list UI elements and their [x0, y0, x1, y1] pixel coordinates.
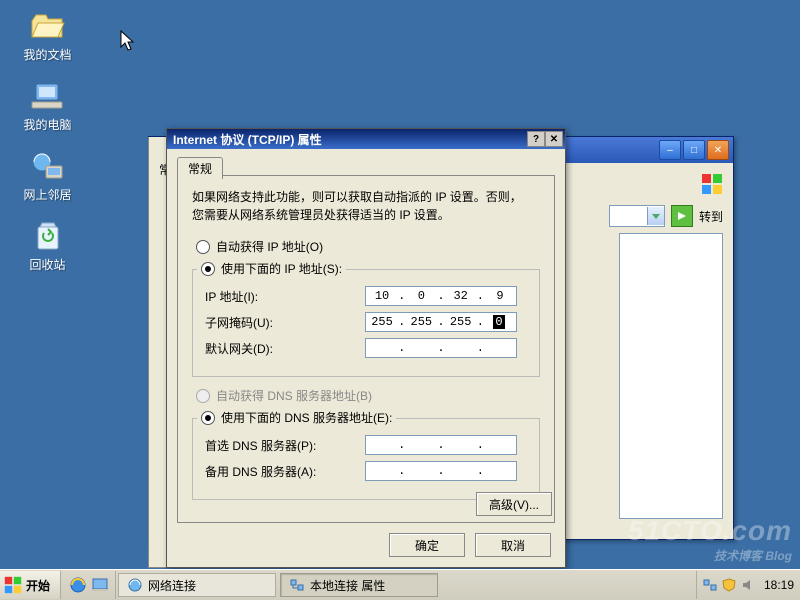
input-default-gateway[interactable]: . . . [365, 338, 517, 358]
desktop: 我的文档 我的电脑 网上邻居 回收站 – □ ✕ [0, 0, 800, 600]
desktop-icon-my-documents[interactable]: 我的文档 [10, 8, 85, 63]
lan-properties-icon [289, 577, 305, 593]
radio-use-dns[interactable] [201, 411, 215, 425]
network-connections-icon [127, 577, 143, 593]
explorer-content-panel [619, 233, 723, 519]
windows-flag-icon [4, 576, 22, 594]
help-button[interactable]: ? [527, 131, 545, 147]
radio-auto-ip[interactable]: 自动获得 IP 地址(O) [196, 238, 540, 255]
ie-icon[interactable] [69, 576, 87, 594]
go-label: 转到 [699, 208, 723, 225]
taskbar-item-network-connections[interactable]: 网络连接 [118, 573, 276, 597]
radio-icon [196, 389, 210, 403]
maximize-button[interactable]: □ [683, 140, 705, 160]
minimize-button[interactable]: – [659, 140, 681, 160]
computer-icon [30, 78, 66, 114]
input-subnet-mask[interactable]: 255. 255. 255. 0 [365, 312, 517, 332]
desktop-icon-label: 网上邻居 [10, 186, 85, 203]
start-label: 开始 [26, 577, 50, 594]
dialog-tcpip-properties: Internet 协议 (TCP/IP) 属性 ? ✕ 常规 如果网络支持此功能… [166, 128, 566, 568]
tray-volume-icon[interactable] [741, 578, 755, 592]
label-default-gateway: 默认网关(D): [205, 340, 365, 357]
label-alternate-dns: 备用 DNS 服务器(A): [205, 463, 365, 480]
label-preferred-dns: 首选 DNS 服务器(P): [205, 437, 365, 454]
address-combo[interactable] [609, 205, 665, 227]
system-tray: 18:19 [696, 571, 800, 599]
fieldset-dns: 使用下面的 DNS 服务器地址(E): 首选 DNS 服务器(P): . . .… [192, 418, 540, 500]
close-button[interactable]: ✕ [545, 131, 563, 147]
folder-open-icon [30, 8, 66, 44]
taskbar: 开始 网络连接 本地连接 属性 18:19 [0, 569, 800, 600]
radio-label: 自动获得 DNS 服务器地址(B) [216, 387, 372, 404]
go-button[interactable] [671, 205, 693, 227]
radio-label: 使用下面的 IP 地址(S): [221, 260, 342, 277]
quicklaunch [63, 571, 116, 599]
input-preferred-dns[interactable]: . . . [365, 435, 517, 455]
tab-general[interactable]: 常规 [177, 157, 223, 179]
radio-icon [196, 240, 210, 254]
radio-label: 使用下面的 DNS 服务器地址(E): [221, 409, 392, 426]
radio-auto-dns: 自动获得 DNS 服务器地址(B) [196, 387, 540, 404]
windows-flag-icon [701, 173, 723, 195]
radio-use-ip[interactable] [201, 262, 215, 276]
desktop-icon-recycle-bin[interactable]: 回收站 [10, 218, 85, 273]
tab-panel-general: 如果网络支持此功能，则可以获取自动指派的 IP 设置。否则， 您需要从网络系统管… [177, 175, 555, 523]
desktop-icon-label: 回收站 [10, 256, 85, 273]
label-ip-address: IP 地址(I): [205, 288, 365, 305]
desktop-icon-network-places[interactable]: 网上邻居 [10, 148, 85, 203]
recycle-bin-icon [30, 218, 66, 254]
advanced-button[interactable]: 高级(V)... [476, 492, 552, 516]
taskbar-item-lan-properties[interactable]: 本地连接 属性 [280, 573, 438, 597]
task-label: 本地连接 属性 [310, 577, 385, 594]
ok-button[interactable]: 确定 [389, 533, 465, 557]
radio-label: 自动获得 IP 地址(O) [216, 238, 323, 255]
dialog-titlebar[interactable]: Internet 协议 (TCP/IP) 属性 ? ✕ [167, 129, 565, 149]
clock[interactable]: 18:19 [764, 578, 794, 592]
input-ip-address[interactable]: 10. 0. 32. 9 [365, 286, 517, 306]
desktop-icon-label: 我的电脑 [10, 116, 85, 133]
address-bar-row: 转到 [609, 205, 723, 227]
cancel-button[interactable]: 取消 [475, 533, 551, 557]
tabstrip: 常规 [177, 157, 223, 179]
desktop-icon-my-computer[interactable]: 我的电脑 [10, 78, 85, 133]
network-places-icon [30, 148, 66, 184]
chevron-down-icon [647, 207, 664, 225]
task-label: 网络连接 [148, 577, 196, 594]
close-button[interactable]: ✕ [707, 140, 729, 160]
hint-text: 如果网络支持此功能，则可以获取自动指派的 IP 设置。否则， 您需要从网络系统管… [192, 188, 540, 224]
start-button[interactable]: 开始 [0, 571, 61, 599]
show-desktop-icon[interactable] [91, 576, 109, 594]
cursor-icon [120, 30, 136, 55]
input-alternate-dns[interactable]: . . . [365, 461, 517, 481]
dialog-title: Internet 协议 (TCP/IP) 属性 [173, 131, 322, 148]
fieldset-ip: 使用下面的 IP 地址(S): IP 地址(I): 10. 0. 32. 9 子… [192, 269, 540, 377]
label-subnet-mask: 子网掩码(U): [205, 314, 365, 331]
desktop-icon-label: 我的文档 [10, 46, 85, 63]
tray-lan-icon[interactable] [703, 578, 717, 592]
dialog-buttons: 确定 取消 [389, 533, 551, 557]
tray-shield-icon[interactable] [722, 578, 736, 592]
